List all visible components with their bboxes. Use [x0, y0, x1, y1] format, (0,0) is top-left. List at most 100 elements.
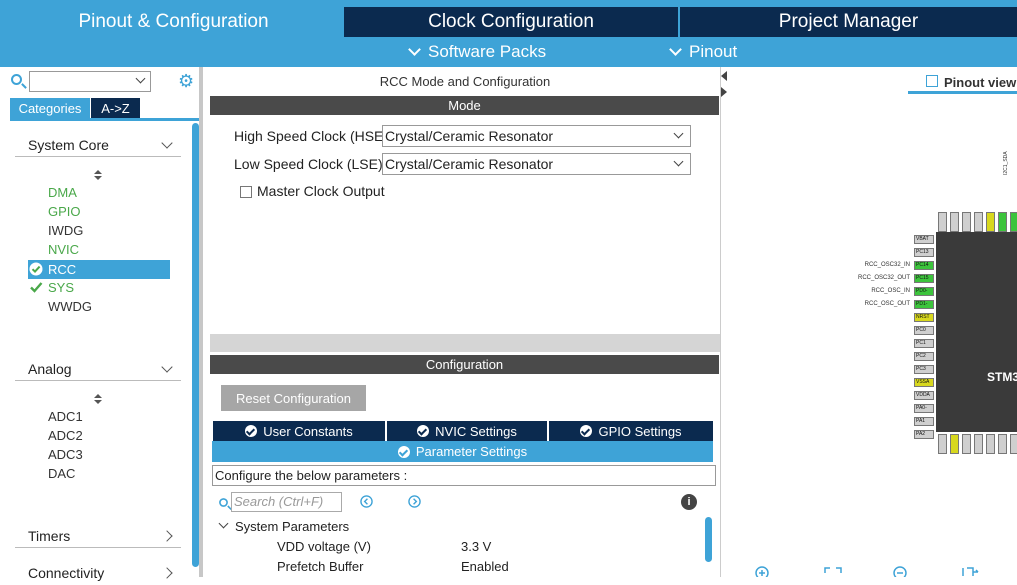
pin-top[interactable] [938, 212, 947, 232]
search-icon[interactable] [11, 74, 22, 85]
section-connectivity[interactable]: Connectivity [15, 561, 181, 585]
mode-header: Mode [210, 96, 719, 115]
tree-item-iwdg[interactable]: IWDG [48, 221, 83, 240]
tab-label: NVIC Settings [435, 423, 517, 439]
tree-item-gpio[interactable]: GPIO [48, 202, 81, 221]
pin-bottom[interactable] [950, 434, 959, 454]
tab-user-constants[interactable]: User Constants [213, 421, 385, 441]
pinout-view-tab[interactable]: Pinout view [944, 75, 1016, 90]
sort-icon[interactable] [94, 170, 102, 182]
tab-label: Parameter Settings [415, 444, 528, 459]
category-scrollbar[interactable] [192, 123, 199, 567]
pin-bottom[interactable] [986, 434, 995, 454]
param-prefetch-buffer-value[interactable]: Enabled [461, 559, 509, 574]
tab-project-manager[interactable]: Project Manager [680, 7, 1017, 37]
pin-left[interactable]: PC15 [914, 274, 934, 283]
tree-item-nvic[interactable]: NVIC [48, 240, 79, 259]
pin-left[interactable]: NRST [914, 313, 934, 322]
pin-top[interactable] [1010, 212, 1017, 232]
tree-item-dma[interactable]: DMA [48, 183, 77, 202]
tree-item-adc3[interactable]: ADC3 [48, 445, 83, 464]
pin-left[interactable]: PD1- [914, 300, 934, 309]
master-clock-output-checkbox[interactable] [240, 186, 252, 198]
next-icon[interactable] [408, 495, 421, 508]
check-circle-icon [29, 262, 43, 276]
export-icon[interactable] [961, 567, 981, 577]
pin-bottom[interactable] [998, 434, 1007, 454]
tab-clock-configuration[interactable]: Clock Configuration [344, 7, 678, 37]
chevron-down-icon [673, 128, 684, 139]
pin-bottom[interactable] [974, 434, 983, 454]
pin-left[interactable]: PA2 [914, 430, 934, 439]
mcu-chip[interactable] [936, 232, 1017, 432]
pin-left[interactable]: PC0 [914, 326, 934, 335]
section-label: Analog [28, 360, 72, 377]
group-system-parameters[interactable]: System Parameters [235, 519, 349, 534]
pin-top[interactable] [986, 212, 995, 232]
hse-select[interactable]: Crystal/Ceramic Resonator [382, 125, 691, 147]
lse-label: Low Speed Clock (LSE) [234, 156, 383, 172]
pin-bottom[interactable] [962, 434, 971, 454]
pin-top[interactable] [962, 212, 971, 232]
pin-top[interactable] [998, 212, 1007, 232]
param-vdd-voltage-value[interactable]: 3.3 V [461, 539, 491, 554]
zoom-in-icon[interactable] [754, 565, 770, 577]
pin-top[interactable] [950, 212, 959, 232]
tab-categories[interactable]: Categories [10, 98, 90, 118]
software-packs-label: Software Packs [428, 42, 547, 61]
expand-right-icon[interactable] [721, 87, 727, 97]
pinout-menu[interactable]: Pinout [669, 40, 737, 64]
panel-divider[interactable] [210, 334, 720, 352]
tree-item-adc2[interactable]: ADC2 [48, 426, 83, 445]
reset-configuration-button[interactable]: Reset Configuration [221, 385, 366, 411]
tree-item-dac[interactable]: DAC [48, 464, 75, 483]
pin-left[interactable]: VSSA [914, 378, 934, 387]
tab-label: A->Z [101, 100, 130, 116]
check-circle-icon [245, 425, 258, 437]
pin-left[interactable]: PD0- [914, 287, 934, 296]
pin-left[interactable]: PC2 [914, 352, 934, 361]
tab-nvic-settings[interactable]: NVIC Settings [387, 421, 547, 441]
software-packs-menu[interactable]: Software Packs [408, 40, 547, 64]
pin-left[interactable]: VDDA [914, 391, 934, 400]
tree-item-sys[interactable]: SYS [48, 278, 74, 297]
section-label: Timers [28, 527, 71, 544]
gear-icon[interactable]: ⚙ [178, 72, 194, 90]
pin-left[interactable]: PC1 [914, 339, 934, 348]
tab-label: User Constants [263, 423, 353, 439]
chevron-down-icon[interactable] [218, 518, 229, 529]
param-vdd-voltage-name: VDD voltage (V) [277, 539, 371, 554]
tree-item-adc1[interactable]: ADC1 [48, 407, 83, 426]
tree-item-rcc-selected[interactable]: RCC [28, 260, 170, 279]
pin-left[interactable]: PC14 [914, 261, 934, 270]
chevron-down-icon [161, 361, 173, 373]
section-timers[interactable]: Timers [15, 524, 181, 548]
fit-to-window-icon[interactable] [824, 567, 842, 577]
parameter-scrollbar[interactable] [705, 517, 712, 562]
pin-left[interactable]: PC13 [914, 248, 934, 257]
section-system-core[interactable]: System Core [15, 133, 181, 157]
tab-parameter-settings[interactable]: Parameter Settings [212, 441, 713, 462]
sort-icon[interactable] [94, 394, 102, 406]
pin-bottom[interactable] [938, 434, 947, 454]
collapse-left-icon[interactable] [721, 71, 727, 81]
pin-left[interactable]: PC3 [914, 365, 934, 374]
category-search-combo[interactable] [29, 71, 151, 92]
tab-a-z[interactable]: A->Z [91, 98, 140, 118]
previous-icon[interactable] [360, 495, 373, 508]
pin-left[interactable]: VBAT [914, 235, 934, 244]
section-analog[interactable]: Analog [15, 357, 181, 381]
tab-label: Project Manager [778, 11, 919, 32]
pin-bottom[interactable] [1010, 434, 1017, 454]
pin-left[interactable]: PA0- [914, 404, 934, 413]
lse-select[interactable]: Crystal/Ceramic Resonator [382, 153, 691, 175]
parameter-search-input[interactable]: Search (Ctrl+F) [231, 492, 342, 512]
pin-top[interactable] [974, 212, 983, 232]
pin-left[interactable]: PA1 [914, 417, 934, 426]
zoom-out-icon[interactable] [892, 565, 908, 577]
tab-gpio-settings[interactable]: GPIO Settings [549, 421, 713, 441]
lse-value: Crystal/Ceramic Resonator [385, 156, 554, 172]
tab-pinout-configuration[interactable]: Pinout & Configuration [5, 7, 342, 37]
info-icon[interactable]: i [681, 494, 697, 510]
tree-item-wwdg[interactable]: WWDG [48, 297, 92, 316]
